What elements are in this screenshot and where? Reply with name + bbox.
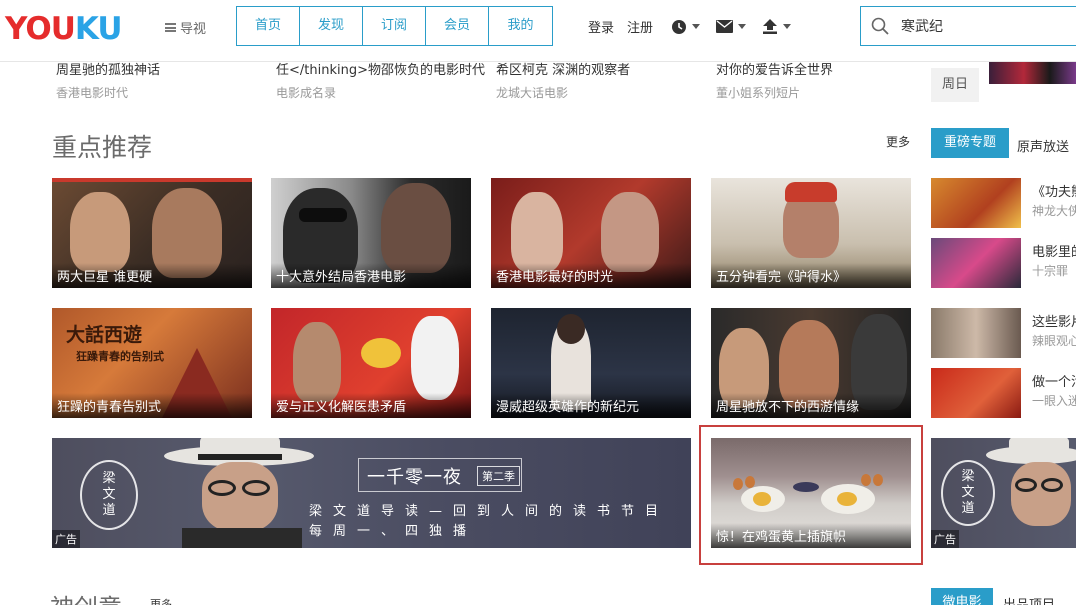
previous-row: 周星驰的孤独神话 香港电影时代 任</thinking>物邵恢负的电影时代 电影…: [56, 63, 834, 100]
ad-subtitle: 梁文道导读—回到人间的读书节目: [309, 504, 670, 519]
nav-tab-vip[interactable]: 会员: [426, 7, 489, 45]
video-thumbnail[interactable]: 五分钟看完《驴得水》: [711, 178, 911, 288]
search-input[interactable]: [901, 18, 1076, 34]
ad-title-box: 一千零一夜 第二季: [358, 458, 522, 492]
search-box[interactable]: [860, 6, 1076, 46]
tab-productions[interactable]: 出品项目: [1003, 594, 1055, 605]
nav-tab-home[interactable]: 首页: [237, 7, 300, 45]
ad-title: 一千零一夜: [367, 467, 462, 488]
register-link[interactable]: 注册: [627, 17, 653, 36]
video-thumbnail[interactable]: 爱与正义化解医患矛盾: [271, 308, 471, 418]
ad-badge: 广告: [52, 530, 80, 548]
thumbnail-caption: 狂躁的青春告别式: [52, 393, 252, 418]
sidebar-thumbnail: [931, 368, 1021, 418]
thumbnail-caption: 爱与正义化解医患矛盾: [271, 393, 471, 418]
highlight-frame: [699, 425, 923, 565]
sidebar-thumbnail: [931, 238, 1021, 288]
nav-tab-mine[interactable]: 我的: [489, 7, 552, 45]
more-link[interactable]: 更多: [886, 133, 910, 150]
ad-badge: 广告: [931, 530, 959, 548]
name-seal: 梁 文 道: [80, 460, 138, 530]
section-title-bottom: 神创意: [50, 588, 122, 605]
upload-button[interactable]: [762, 19, 792, 34]
thumbnail-caption: 两大巨星 谁更硬: [52, 263, 252, 288]
messages-button[interactable]: [716, 20, 747, 33]
youku-logo[interactable]: YOUKU: [5, 12, 123, 46]
sidebar-item[interactable]: 电影里的 十宗罪: [931, 238, 1076, 288]
top-header: YOUKU 导视 首页 发现 订阅 会员 我的 登录 注册: [0, 0, 1076, 62]
tab-featured-topics[interactable]: 重磅专题: [931, 128, 1009, 158]
menu-icon: [165, 23, 176, 32]
clock-icon: [672, 19, 687, 34]
sidebar-item[interactable]: 做一个污 一眼入迷: [931, 368, 1076, 418]
sidebar-item[interactable]: 《功夫熊 神龙大侠: [931, 178, 1076, 228]
tab-micro-film[interactable]: 微电影: [931, 588, 993, 605]
thumbnail-caption: 周星驰放不下的西游情缘: [711, 393, 911, 418]
thumbnail-caption: 五分钟看完《驴得水》: [711, 263, 911, 288]
nav-tab-subscribe[interactable]: 订阅: [363, 7, 426, 45]
history-button[interactable]: [671, 19, 701, 35]
ad-schedule: 每周一、四独播: [309, 524, 478, 539]
chevron-down-icon: [738, 24, 747, 29]
thumbnail-caption: 香港电影最好的时光: [491, 263, 691, 288]
chevron-down-icon: [692, 24, 701, 29]
user-links: 登录 注册: [588, 17, 807, 36]
ad-banner[interactable]: 梁 文 道 一千零一夜 第二季 梁文道导读—回到人间的读书节目 每周一、四独播 …: [52, 438, 691, 548]
sidebar-thumbnail: [931, 178, 1021, 228]
nav-tab-discover[interactable]: 发现: [300, 7, 363, 45]
upload-icon: [763, 19, 778, 34]
sidebar-thumbnail[interactable]: [989, 62, 1076, 84]
name-seal: 梁 文 道: [941, 460, 995, 526]
tab-soundtrack[interactable]: 原声放送: [1017, 136, 1069, 155]
video-thumbnail[interactable]: 香港电影最好的时光: [491, 178, 691, 288]
chevron-down-icon: [783, 24, 792, 29]
thumbnail-caption: 十大意外结局香港电影: [271, 263, 471, 288]
thumbnail-caption: 漫威超级英雄作的新纪元: [491, 393, 691, 418]
guide-menu[interactable]: 导视: [165, 18, 206, 37]
video-thumbnail[interactable]: 周星驰放不下的西游情缘: [711, 308, 911, 418]
video-thumbnail[interactable]: 漫威超级英雄作的新纪元: [491, 308, 691, 418]
mail-icon: [716, 20, 734, 33]
video-thumbnail[interactable]: 十大意外结局香港电影: [271, 178, 471, 288]
video-thumbnail[interactable]: 大話西遊 狂躁青春的告别式 狂躁的青春告别式: [52, 308, 252, 418]
ad-banner-right[interactable]: 梁 文 道 广告: [931, 438, 1076, 548]
search-icon: [871, 17, 889, 35]
guide-label: 导视: [180, 22, 207, 37]
ad-season: 第二季: [477, 466, 520, 486]
sidebar-thumbnail: [931, 308, 1021, 358]
sidebar-item[interactable]: 这些影片 辣眼观心: [931, 308, 1076, 358]
login-link[interactable]: 登录: [588, 17, 614, 36]
video-thumbnail[interactable]: 两大巨星 谁更硬: [52, 178, 252, 288]
main-nav: 首页 发现 订阅 会员 我的: [236, 6, 553, 46]
section-title: 重点推荐: [52, 133, 153, 162]
more-link-bottom[interactable]: 更多: [150, 596, 172, 605]
day-filter-sunday[interactable]: 周日: [931, 68, 979, 102]
